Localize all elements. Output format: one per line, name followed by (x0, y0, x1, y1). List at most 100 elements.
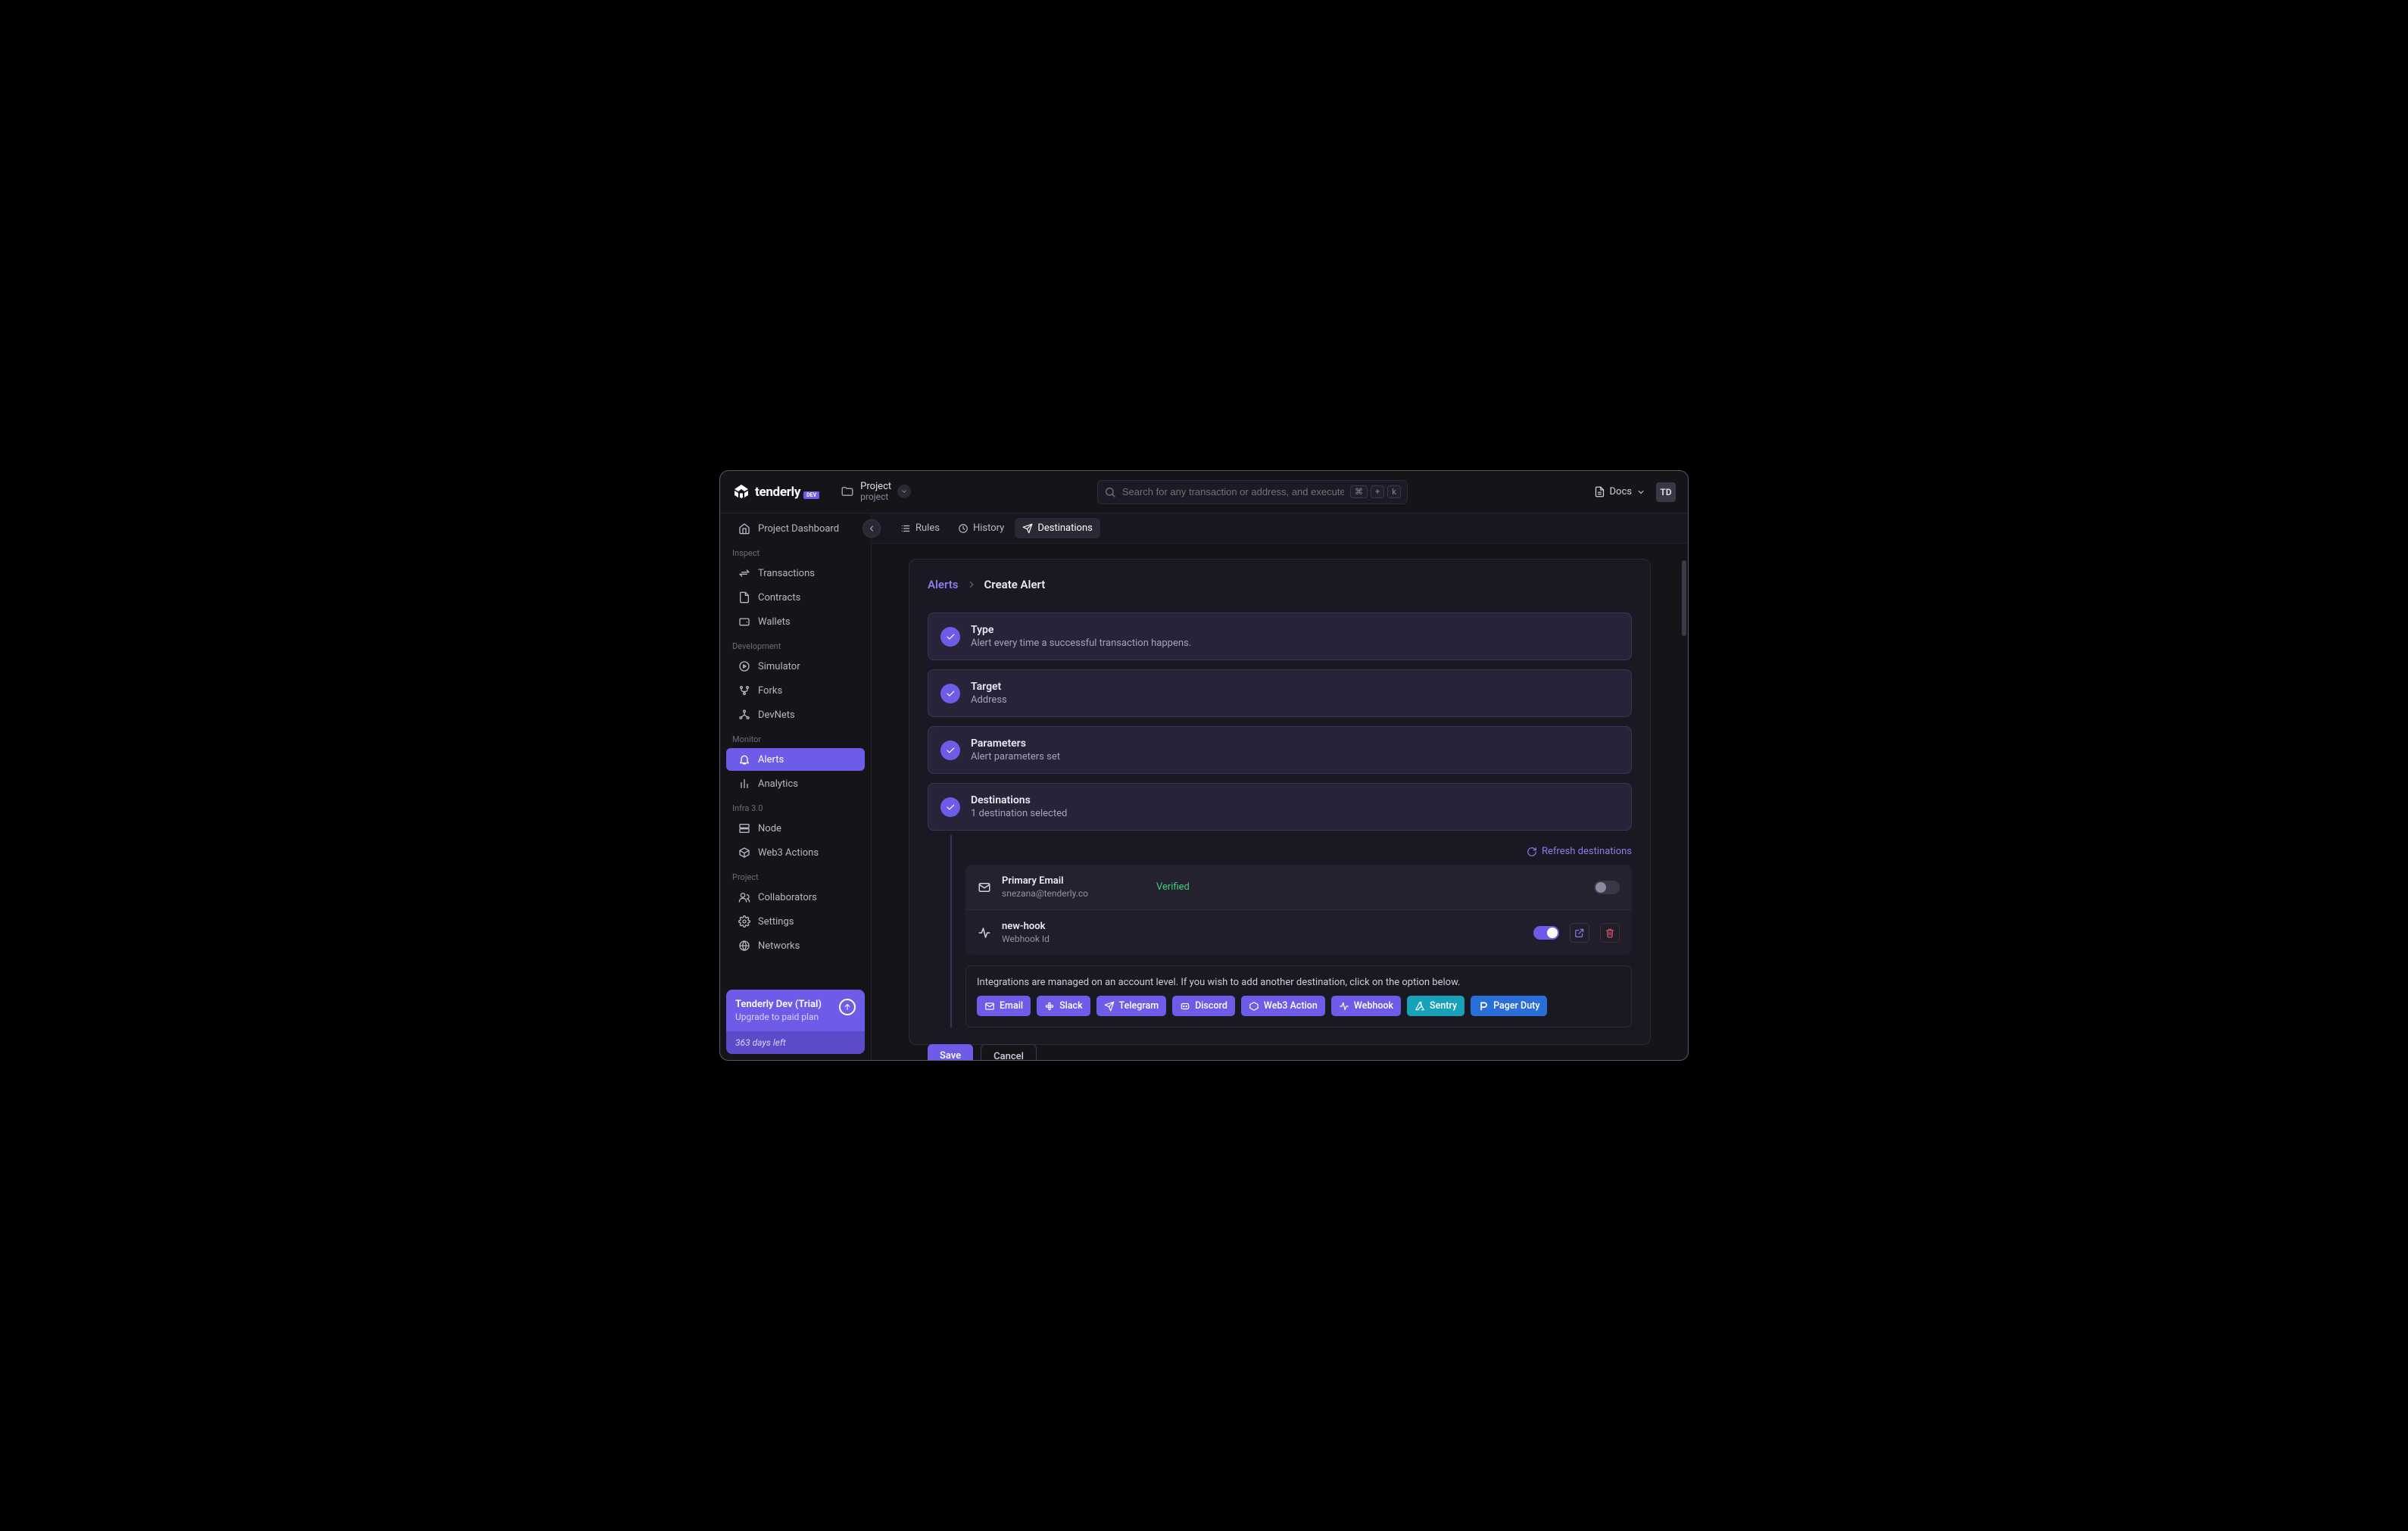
save-button[interactable]: Save (928, 1044, 973, 1060)
delete-destination-button[interactable] (1600, 923, 1620, 943)
activity-icon (978, 926, 991, 940)
sidebar-item-devnets[interactable]: DevNets (726, 703, 865, 726)
sidebar-item-node[interactable]: Node (726, 817, 865, 840)
search-shortcut: ⌘ + k (1350, 485, 1401, 498)
destination-toggle[interactable] (1594, 881, 1620, 894)
destination-row-email: Primary Email snezana@tenderly.co Verifi… (965, 865, 1632, 909)
globe-icon (738, 940, 750, 952)
bar-chart-icon (738, 778, 750, 790)
add-sentry-button[interactable]: Sentry (1407, 996, 1464, 1016)
swap-icon (738, 567, 750, 579)
sidebar-item-transactions[interactable]: Transactions (726, 562, 865, 585)
sidebar-item-simulator[interactable]: Simulator (726, 655, 865, 678)
add-slack-button[interactable]: Slack (1037, 996, 1090, 1016)
add-webhook-button[interactable]: Webhook (1331, 996, 1401, 1016)
pagerduty-icon (1478, 1001, 1489, 1012)
docs-link[interactable]: Docs (1594, 486, 1645, 497)
gear-icon (738, 915, 750, 928)
scrollbar[interactable] (1682, 560, 1686, 636)
sidebar-item-collaborators[interactable]: Collaborators (726, 886, 865, 909)
check-icon (940, 627, 960, 647)
sidebar-item-settings[interactable]: Settings (726, 910, 865, 933)
add-email-button[interactable]: Email (977, 996, 1031, 1016)
sidebar-item-wallets[interactable]: Wallets (726, 610, 865, 633)
topbar: tenderly DEV Project project ⌘ + k (720, 471, 1688, 513)
sidebar-group-infra: Infra 3.0 (720, 796, 871, 816)
open-destination-button[interactable] (1570, 923, 1589, 943)
project-selector[interactable]: Project project (841, 482, 911, 502)
upgrade-arrow-icon (839, 999, 856, 1015)
sidebar-group-inspect: Inspect (720, 541, 871, 561)
brand-logo[interactable]: tenderly DEV (732, 483, 819, 501)
tab-destinations[interactable]: Destinations (1015, 518, 1100, 538)
trash-icon (1605, 928, 1615, 938)
tab-rules[interactable]: Rules (893, 518, 947, 538)
project-dropdown-toggle[interactable] (897, 485, 911, 498)
sidebar-group-project: Project (720, 865, 871, 885)
breadcrumb: Alerts Create Alert (928, 578, 1632, 591)
search-input[interactable] (1122, 486, 1344, 497)
activity-icon (1339, 1001, 1349, 1012)
add-pagerduty-button[interactable]: Pager Duty (1471, 996, 1547, 1016)
network-icon (738, 709, 750, 721)
step-destinations[interactable]: Destinations 1 destination selected (928, 783, 1632, 831)
integrations-box: Integrations are managed on an account l… (965, 965, 1632, 1027)
bell-icon (738, 753, 750, 766)
fork-icon (738, 684, 750, 697)
sidebar-item-web3actions[interactable]: Web3 Actions (726, 841, 865, 864)
sidebar-item-forks[interactable]: Forks (726, 679, 865, 702)
check-icon (940, 684, 960, 703)
sidebar-item-analytics[interactable]: Analytics (726, 772, 865, 795)
global-search[interactable]: ⌘ + k (1097, 480, 1408, 504)
user-avatar[interactable]: TD (1656, 482, 1676, 502)
upgrade-card[interactable]: Tenderly Dev (Trial) Upgrade to paid pla… (726, 990, 865, 1054)
search-icon (1104, 486, 1116, 498)
destination-row-webhook: new-hook Webhook Id (965, 909, 1632, 955)
destination-list: Primary Email snezana@tenderly.co Verifi… (965, 865, 1632, 955)
add-discord-button[interactable]: Discord (1172, 996, 1235, 1016)
wallet-icon (738, 616, 750, 628)
app-frame: tenderly DEV Project project ⌘ + k (719, 470, 1689, 1061)
sidebar-item-networks[interactable]: Networks (726, 934, 865, 957)
send-icon (1022, 523, 1033, 534)
breadcrumb-current: Create Alert (984, 578, 1046, 591)
file-icon (738, 591, 750, 603)
add-web3action-button[interactable]: Web3 Action (1241, 996, 1325, 1016)
refresh-destinations-link[interactable]: Refresh destinations (1527, 846, 1632, 857)
home-icon (738, 522, 750, 535)
main-content: Rules History Destinations Ale (872, 513, 1688, 1060)
step-target[interactable]: Target Address (928, 669, 1632, 717)
project-label: Project (860, 482, 891, 492)
users-icon (738, 891, 750, 903)
tab-history[interactable]: History (950, 518, 1012, 538)
play-circle-icon (738, 660, 750, 672)
add-telegram-button[interactable]: Telegram (1096, 996, 1167, 1016)
sidebar-item-contracts[interactable]: Contracts (726, 586, 865, 609)
step-parameters[interactable]: Parameters Alert parameters set (928, 726, 1632, 774)
send-icon (1104, 1001, 1115, 1012)
sidebar-group-monitor: Monitor (720, 727, 871, 747)
sidebar-item-dashboard[interactable]: Project Dashboard (726, 517, 865, 540)
sidebar-item-alerts[interactable]: Alerts (726, 748, 865, 771)
chevron-down-icon (900, 488, 908, 495)
cube-icon (1249, 1001, 1259, 1012)
folder-icon (841, 485, 854, 498)
check-icon (940, 741, 960, 760)
sidebar-group-development: Development (720, 634, 871, 654)
breadcrumb-alerts-link[interactable]: Alerts (928, 578, 959, 591)
external-link-icon (1574, 928, 1585, 938)
slack-icon (1044, 1001, 1055, 1012)
document-icon (1594, 486, 1605, 497)
destination-toggle[interactable] (1533, 926, 1559, 940)
discord-icon (1180, 1001, 1190, 1012)
cube-icon (738, 847, 750, 859)
server-icon (738, 822, 750, 834)
sentry-icon (1415, 1001, 1425, 1012)
tabs-row: Rules History Destinations (872, 513, 1688, 544)
step-type[interactable]: Type Alert every time a successful trans… (928, 613, 1632, 660)
refresh-icon (1527, 847, 1537, 857)
brand-badge: DEV (803, 491, 819, 499)
sidebar-collapse-button[interactable] (862, 519, 881, 538)
mail-icon (984, 1001, 995, 1012)
cancel-button[interactable]: Cancel (981, 1044, 1037, 1060)
